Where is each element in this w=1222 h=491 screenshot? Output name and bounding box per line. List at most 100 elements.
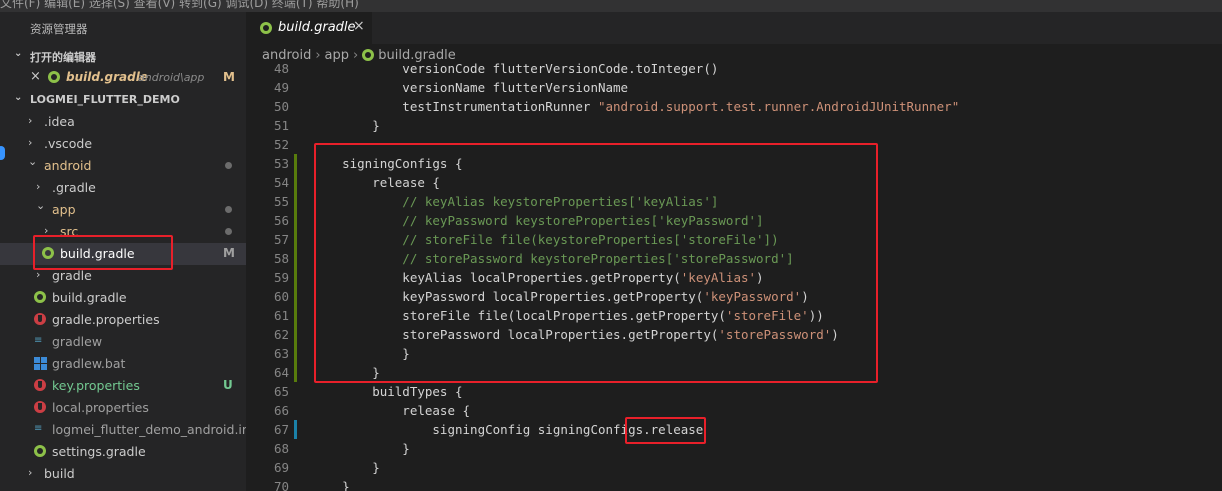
line-number: 60 [273, 289, 289, 304]
tree-item[interactable]: › .idea [0, 111, 246, 133]
properties-file-icon [34, 401, 46, 413]
tree-item[interactable]: › build [0, 463, 246, 485]
chevron-right-icon: › [315, 48, 321, 63]
chevron-down-icon: ⌄ [28, 155, 38, 168]
tree-item-label: android [44, 158, 92, 173]
tree-item[interactable]: ⌄ android [0, 155, 246, 177]
line-number: 68 [273, 441, 289, 456]
line-number: 57 [273, 232, 289, 247]
tree-item-label: .idea [44, 114, 75, 129]
menu-bar[interactable]: 文件(F) 编辑(E) 选择(S) 查看(V) 转到(G) 调试(D) 终端(T… [0, 0, 359, 11]
code-text: versionCode flutterVersionCode.toInteger… [312, 63, 719, 76]
project-header[interactable]: ⌄ LOGMEI_FLUTTER_DEMO [0, 89, 246, 111]
modified-dot [225, 162, 232, 169]
close-icon[interactable]: × [30, 69, 41, 84]
line-number: 50 [273, 99, 289, 114]
tree-item-label: .vscode [44, 136, 93, 151]
code-text: } [312, 441, 410, 456]
code-text: } [312, 118, 380, 133]
git-modified-gutter [294, 420, 297, 439]
code-line: 48 versionCode flutterVersionCode.toInte… [246, 63, 1222, 78]
code-line: 50 testInstrumentationRunner "android.su… [246, 97, 1222, 116]
close-icon[interactable]: × [353, 18, 365, 34]
iml-file-icon: ≡ [34, 423, 43, 434]
tree-item-label: gradlew [52, 334, 103, 349]
tab-build-gradle[interactable]: build.gradle × [246, 12, 372, 44]
gradle-icon [362, 49, 375, 61]
breadcrumb-item[interactable]: android [262, 48, 311, 63]
tree-item-label: logmei_flutter_demo_android.iml [52, 422, 246, 437]
git-added-gutter [294, 154, 297, 173]
code-line: 66 release { [246, 401, 1222, 420]
code-text: buildTypes { [312, 384, 463, 399]
tree-item[interactable]: ≡ gradlew [0, 331, 246, 353]
line-number: 51 [273, 118, 289, 133]
code-text: testInstrumentationRunner "android.suppo… [312, 99, 960, 114]
line-number: 66 [273, 403, 289, 418]
tree-item[interactable]: key.properties U [0, 375, 246, 397]
modified-dot [225, 228, 232, 235]
code-line: 67 signingConfig signingConfigs.release [246, 420, 1222, 439]
highlight-box-release [625, 417, 706, 444]
open-editors-header[interactable]: ⌄ 打开的编辑器 [0, 45, 246, 67]
chevron-right-icon: › [353, 48, 359, 63]
git-added-gutter [294, 325, 297, 344]
line-number: 63 [273, 346, 289, 361]
code-text: } [312, 460, 380, 475]
tree-item-label: key.properties [52, 378, 140, 393]
tree-item[interactable]: gradlew.bat [0, 353, 246, 375]
breadcrumb-item[interactable]: build.gradle [378, 48, 456, 63]
modified-dot [225, 206, 232, 213]
tree-item-label: gradle [52, 268, 92, 283]
code-line: 69 } [246, 458, 1222, 477]
line-number: 56 [273, 213, 289, 228]
git-added-gutter [294, 344, 297, 363]
tree-item[interactable]: settings.gradle [0, 441, 246, 463]
line-number: 58 [273, 251, 289, 266]
file-icon: ≡ [34, 335, 43, 346]
status-badge: M [223, 70, 235, 84]
status-badge: M [223, 246, 235, 260]
status-badge: U [223, 378, 233, 392]
line-number: 61 [273, 308, 289, 323]
git-added-gutter [294, 249, 297, 268]
gradle-icon [34, 445, 46, 457]
code-line: 68 } [246, 439, 1222, 458]
line-number: 65 [273, 384, 289, 399]
code-text: release { [312, 403, 471, 418]
tree-item[interactable]: › .gradle [0, 177, 246, 199]
chevron-right-icon: › [28, 136, 33, 149]
tree-item-label: build [44, 466, 75, 481]
line-number: 48 [273, 63, 289, 76]
line-number: 67 [273, 422, 289, 437]
line-number: 52 [273, 137, 289, 152]
properties-file-icon [34, 379, 46, 391]
chevron-right-icon: › [36, 180, 41, 193]
tree-item[interactable]: ⌄ app [0, 199, 246, 221]
open-editor-item[interactable]: × build.gradle android\app M [0, 67, 246, 89]
git-added-gutter [294, 268, 297, 287]
gradle-icon [260, 22, 272, 34]
git-added-gutter [294, 363, 297, 382]
windows-icon [34, 357, 47, 370]
tree-item-label: .gradle [52, 180, 96, 195]
tree-item[interactable]: ≡ logmei_flutter_demo_android.iml [0, 419, 246, 441]
line-number: 70 [273, 479, 289, 491]
code-line: 49 versionName flutterVersionName [246, 78, 1222, 97]
tree-item-label: gradle.properties [52, 312, 160, 327]
tree-item[interactable]: local.properties [0, 397, 246, 419]
tree-item[interactable]: build.gradle [0, 287, 246, 309]
breadcrumb-item[interactable]: app [325, 48, 349, 63]
chevron-down-icon: ⌄ [14, 92, 23, 103]
tree-item[interactable]: gradle.properties [0, 309, 246, 331]
chevron-right-icon: › [28, 114, 33, 127]
explorer-title: 资源管理器 [30, 22, 88, 36]
line-number: 64 [273, 365, 289, 380]
line-number: 49 [273, 80, 289, 95]
line-number: 53 [273, 156, 289, 171]
line-number: 69 [273, 460, 289, 475]
tree-item[interactable]: › .vscode [0, 133, 246, 155]
git-added-gutter [294, 287, 297, 306]
git-added-gutter [294, 192, 297, 211]
code-line: 51 } [246, 116, 1222, 135]
